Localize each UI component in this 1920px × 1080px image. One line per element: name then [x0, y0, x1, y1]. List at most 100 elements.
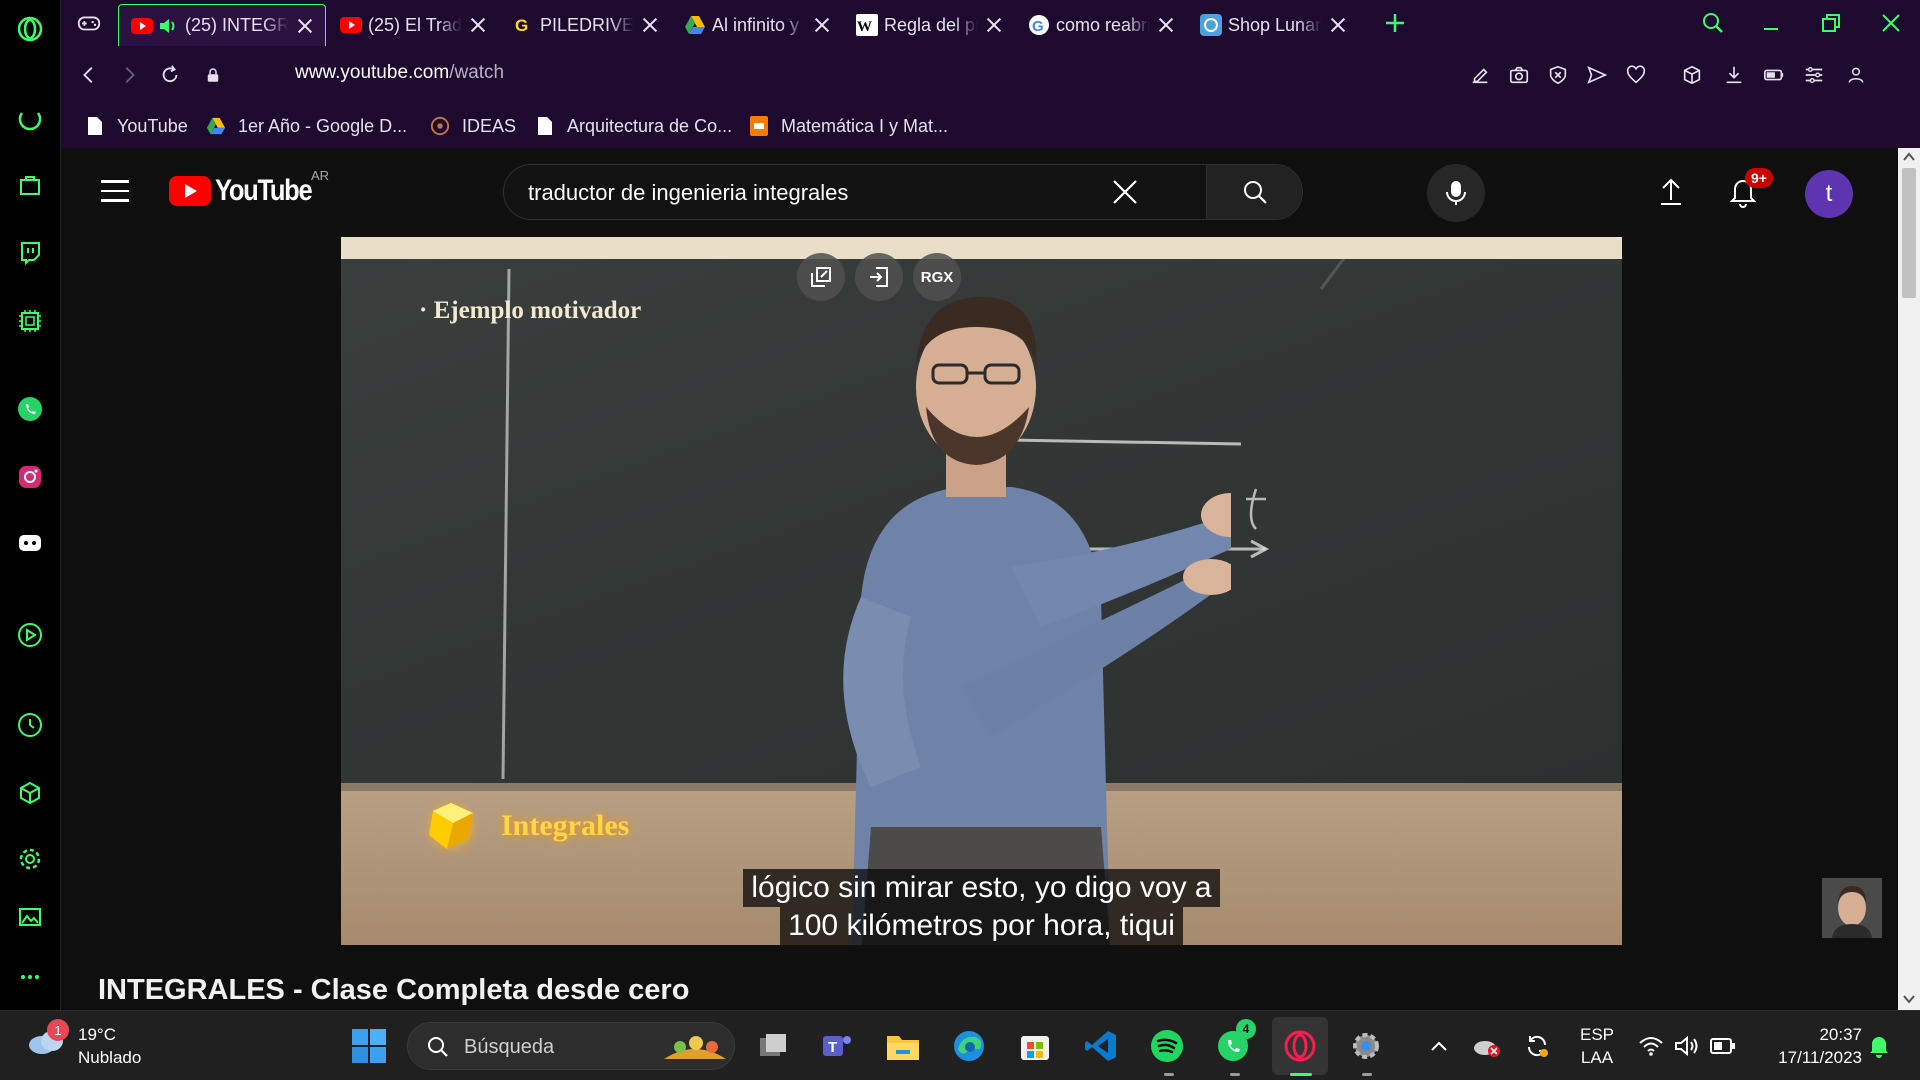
tab-al-infinito[interactable]: Al infinito y más [672, 4, 842, 46]
player-icon[interactable] [13, 618, 47, 652]
history-icon[interactable] [13, 708, 47, 742]
rgx-button[interactable]: RGX [913, 253, 961, 301]
language-indicator[interactable]: ESP LAA [1572, 1023, 1622, 1069]
tab-regla-producto[interactable]: W Regla del producto [844, 4, 1014, 46]
voice-search-button[interactable] [1427, 164, 1485, 222]
clock[interactable]: 20:37 17/11/2023 [1752, 1023, 1862, 1069]
onedrive-error-icon[interactable] [1470, 1025, 1504, 1067]
task-view-icon[interactable] [752, 1025, 794, 1067]
chevron-up-icon[interactable] [1422, 1025, 1456, 1067]
settings-gear-icon[interactable] [1345, 1025, 1387, 1067]
clock-date: 17/11/2023 [1778, 1048, 1862, 1067]
battery-icon[interactable] [1708, 1025, 1738, 1067]
bookmark-arquitectura[interactable]: Arquitectura de Co... [535, 113, 732, 139]
search-input[interactable]: traductor de ingenieria integrales [528, 180, 848, 206]
upload-icon[interactable] [1657, 176, 1685, 208]
easy-setup-icon[interactable] [1801, 62, 1827, 88]
restore-icon[interactable] [1815, 7, 1847, 39]
sync-icon[interactable] [1520, 1025, 1554, 1067]
tab-lunar-client[interactable]: Shop Lunar Client [1188, 4, 1358, 46]
popup-icon[interactable] [797, 253, 845, 301]
video-player[interactable]: · Ejemplo motivador Integrales RGX lógic… [341, 237, 1622, 945]
menu-hamburger-icon[interactable] [101, 180, 131, 202]
account-avatar[interactable]: t [1805, 170, 1853, 218]
tab-integrales[interactable]: (25) INTEGRALES [118, 4, 326, 46]
snap-edit-icon[interactable] [1467, 62, 1493, 88]
url-field[interactable]: www.youtube.com/watch [295, 62, 504, 84]
forward-arrow-icon[interactable] [113, 59, 145, 91]
reload-icon[interactable] [154, 59, 186, 91]
search-box[interactable]: traductor de ingenieria integrales [503, 164, 1303, 220]
camera-icon[interactable] [1506, 62, 1532, 88]
bookmark-ideas[interactable]: IDEAS [430, 113, 516, 139]
extensions-icon[interactable] [1679, 62, 1705, 88]
close-tab-icon[interactable] [812, 15, 832, 35]
shopping-bag-icon[interactable] [13, 168, 47, 202]
close-tab-icon[interactable] [295, 16, 315, 36]
whatsapp-icon[interactable] [13, 392, 47, 426]
teams-icon[interactable]: T [816, 1025, 858, 1067]
running-indicator [1164, 1073, 1174, 1076]
chip-icon[interactable] [13, 304, 47, 338]
windows-start-icon[interactable] [348, 1025, 390, 1067]
vscode-icon[interactable] [1080, 1025, 1122, 1067]
wifi-icon[interactable] [1636, 1025, 1666, 1067]
search-button[interactable] [1206, 165, 1302, 219]
file-explorer-icon[interactable] [882, 1025, 924, 1067]
back-arrow-icon[interactable] [73, 59, 105, 91]
extensions-cube-icon[interactable] [13, 776, 47, 810]
minimize-icon[interactable] [1755, 7, 1787, 39]
page-scrollbar[interactable] [1898, 148, 1920, 1010]
youtube-logo[interactable]: YouTube AR [169, 168, 329, 208]
workspaces-gamepad-icon[interactable] [73, 7, 105, 39]
close-tab-icon[interactable] [1328, 15, 1348, 35]
youtube-icon [340, 14, 362, 36]
notification-bell-icon[interactable] [1864, 1025, 1894, 1067]
microsoft-store-icon[interactable] [1014, 1025, 1056, 1067]
bookmark-matematica[interactable]: Matemática I y Mat... [749, 113, 948, 139]
bookmarks-bar: YouTube 1er Año - Google D... IDEAS Arqu… [61, 104, 1920, 148]
clear-search-icon[interactable] [1110, 177, 1140, 207]
spotify-icon[interactable] [1146, 1025, 1188, 1067]
tab-como-reabrir[interactable]: G como reabrir una [1016, 4, 1186, 46]
discord-icon[interactable] [13, 526, 47, 560]
lunar-client-icon [1200, 14, 1222, 36]
volume-icon[interactable] [1672, 1025, 1702, 1067]
exit-icon[interactable] [855, 253, 903, 301]
tab-title: (25) INTEGRALES [185, 15, 289, 35]
settings-gear-icon[interactable] [13, 842, 47, 876]
address-bar: www.youtube.com/watch [61, 46, 1920, 104]
instagram-icon[interactable] [13, 460, 47, 494]
weather-widget[interactable]: 1 19°C Nublado [26, 1019, 141, 1069]
edge-icon[interactable] [948, 1025, 990, 1067]
miniplayer-thumbnail[interactable] [1822, 878, 1882, 938]
close-tab-icon[interactable] [984, 15, 1004, 35]
close-tab-icon[interactable] [640, 15, 660, 35]
close-window-icon[interactable] [1875, 7, 1907, 39]
close-tab-icon[interactable] [1156, 15, 1176, 35]
wallpaper-icon[interactable] [13, 900, 47, 934]
aria-icon[interactable] [13, 104, 47, 138]
tab-search-icon[interactable] [1697, 7, 1729, 39]
new-tab-plus-icon[interactable] [1379, 7, 1411, 39]
tab-traductor[interactable]: (25) El Traductor [328, 4, 498, 46]
adblock-shield-icon[interactable] [1545, 62, 1571, 88]
scrollbar-thumb[interactable] [1902, 168, 1916, 298]
opera-gx-icon[interactable] [1279, 1025, 1321, 1067]
lock-icon[interactable] [197, 59, 229, 91]
download-icon[interactable] [1721, 62, 1747, 88]
bookmark-1er-ano[interactable]: 1er Año - Google D... [206, 113, 407, 139]
close-tab-icon[interactable] [468, 15, 488, 35]
tab-piledriver[interactable]: G PILEDRIVER WALTZ [500, 4, 670, 46]
profile-icon[interactable] [1843, 62, 1869, 88]
battery-saver-icon[interactable] [1761, 62, 1787, 88]
youtube-icon [131, 15, 153, 37]
bookmark-youtube[interactable]: YouTube [85, 113, 188, 139]
more-options-icon[interactable] [13, 960, 47, 994]
opera-logo-icon[interactable] [13, 12, 47, 46]
heart-icon[interactable] [1623, 62, 1649, 88]
taskbar-search-box[interactable]: Búsqueda [407, 1022, 735, 1070]
speaker-icon[interactable] [157, 15, 179, 37]
send-icon[interactable] [1584, 62, 1610, 88]
twitch-icon[interactable] [13, 236, 47, 270]
